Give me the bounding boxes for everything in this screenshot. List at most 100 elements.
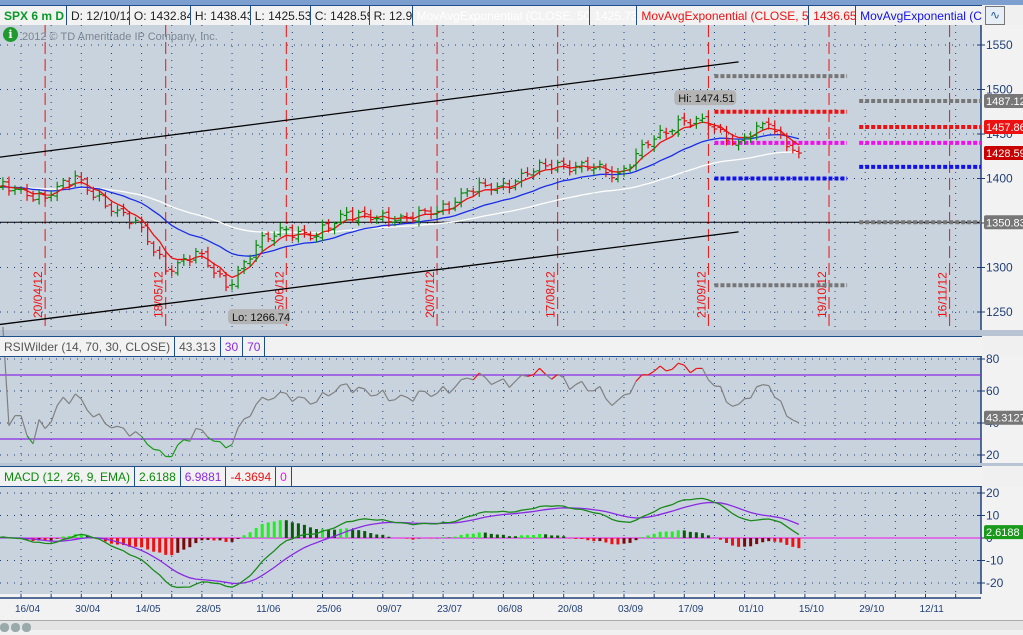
macd-diff: -4.3694 — [226, 467, 276, 486]
macd-hist-bar — [237, 538, 240, 539]
x-tick-label: 06/08 — [497, 604, 522, 615]
macd-avg: 6.9881 — [181, 467, 227, 486]
macd-hist-bar — [255, 528, 258, 538]
macd-hist-bar — [598, 538, 601, 541]
macd-hist-bar — [562, 536, 565, 538]
plot-panel-1 — [0, 355, 981, 463]
macd-hist-bar — [580, 538, 583, 539]
macd-hist-bar — [532, 535, 535, 538]
event-date-label: 18/05/12 — [152, 271, 166, 318]
macd-hist-bar — [134, 538, 137, 547]
macd-hist-bar — [725, 538, 728, 543]
macd-hist-bar — [417, 538, 420, 539]
rsi-badge-label: 43.3127 — [986, 413, 1023, 425]
x-tick-label: 01/10 — [739, 604, 764, 615]
rsi-label[interactable]: RSIWilder (14, 70, 30, CLOSE) — [0, 337, 175, 356]
macd-tick-label: -10 — [986, 554, 1004, 568]
zoom-out-icon[interactable] — [11, 623, 20, 632]
macd-badge-label: 2.6188 — [986, 527, 1020, 539]
macd-value: 2.6188 — [135, 467, 181, 486]
x-tick-label: 30/04 — [75, 604, 100, 615]
x-tick-label: 15/10 — [799, 604, 824, 615]
macd-hist-bar — [478, 532, 481, 538]
macd-hist-bar — [466, 534, 469, 538]
event-date-label: 19/10/12 — [815, 271, 829, 318]
zoom-in-icon[interactable] — [0, 623, 9, 632]
info-icon[interactable]: i — [3, 27, 18, 42]
price-tick-label: 1300 — [986, 261, 1013, 275]
macd-hist-bar — [243, 535, 246, 538]
macd-hist-bar — [508, 536, 511, 538]
macd-hist-bar — [779, 538, 782, 542]
macd-hist-bar — [635, 538, 638, 540]
pan-icon[interactable] — [22, 623, 31, 632]
macd-hist-bar — [152, 538, 155, 552]
x-tick-label: 17/09 — [678, 604, 703, 615]
x-tick-label: 09/07 — [377, 604, 402, 615]
price-tick-label: 1250 — [986, 305, 1013, 319]
macd-hist-bar — [273, 521, 276, 538]
rsi-tick-label: 60 — [986, 384, 1000, 398]
macd-hist-bar — [689, 532, 692, 538]
macd-hist-bar — [279, 520, 282, 538]
macd-hist-bar — [387, 537, 390, 538]
macd-hist-bar — [176, 538, 179, 553]
macd-hist-bar — [212, 538, 215, 540]
macd-hist-bar — [206, 538, 209, 540]
macd-hist-bar — [653, 534, 656, 538]
macd-hist-bar — [182, 538, 185, 550]
macd-hist-bar — [50, 538, 53, 541]
rsi-overbought: 70 — [243, 337, 265, 356]
price-tick-label: 1400 — [986, 172, 1013, 186]
macd-hist-bar — [592, 538, 595, 541]
x-tick-label: 14/05 — [136, 604, 161, 615]
macd-hist-bar — [490, 534, 493, 538]
macd-hist-bar — [496, 535, 499, 538]
macd-hist-bar — [231, 538, 234, 542]
macd-hist-bar — [363, 531, 366, 538]
macd-hist-bar — [719, 538, 722, 540]
macd-hist-bar — [616, 538, 619, 544]
x-tick-label: 16/04 — [15, 604, 40, 615]
macd-hist-bar — [411, 538, 414, 540]
macd-hist-bar — [514, 536, 517, 538]
macd-hist-bar — [140, 538, 143, 547]
low-callout: Lo: 1266.74 — [232, 312, 290, 324]
macd-hist-bar — [556, 535, 559, 538]
macd-hist-bar — [327, 529, 330, 538]
macd-hist-bar — [170, 538, 173, 555]
rsi-line-segment — [745, 398, 751, 399]
macd-hist-bar — [749, 538, 752, 546]
macd-hist-bar — [526, 535, 529, 538]
macd-hist-bar — [767, 538, 770, 541]
x-tick-label: 12/11 — [920, 604, 945, 615]
event-date-label: 20/07/12 — [423, 271, 437, 318]
macd-hist-bar — [285, 520, 288, 538]
chart-canvas[interactable]: 16/0430/0414/0528/0511/0625/0609/0723/07… — [0, 0, 1023, 629]
rsi-value: 43.313 — [175, 337, 221, 356]
macd-hist-bar — [773, 538, 776, 542]
macd-hist-bar — [194, 538, 197, 543]
event-date-label: 17/08/12 — [544, 271, 558, 318]
macd-hist-bar — [520, 535, 523, 538]
macd-hist-bar — [743, 538, 746, 547]
macd-hist-bar — [291, 522, 294, 538]
x-tick-label: 20/08 — [558, 604, 583, 615]
rsi-line-segment — [714, 386, 720, 387]
macd-hist-bar — [665, 531, 668, 538]
y-axis-panel-1 — [981, 355, 1023, 463]
macd-hist-bar — [267, 522, 270, 538]
rsi-tick-label: 80 — [986, 352, 1000, 366]
price-badge-label: 1350.83 — [986, 217, 1023, 229]
macd-hist-bar — [683, 530, 686, 538]
macd-hist-bar — [604, 538, 607, 542]
x-tick-label: 28/05 — [196, 604, 221, 615]
macd-hist-bar — [472, 534, 475, 538]
high-callout: Hi: 1474.51 — [678, 93, 734, 105]
price-badge-label: 1457.86 — [986, 122, 1023, 134]
macd-hist-bar — [225, 538, 228, 542]
macd-label[interactable]: MACD (12, 26, 9, EMA) — [0, 467, 135, 486]
plot-panel-0 — [0, 25, 981, 330]
macd-hist-bar — [641, 537, 644, 538]
x-tick-label: 11/06 — [256, 604, 281, 615]
